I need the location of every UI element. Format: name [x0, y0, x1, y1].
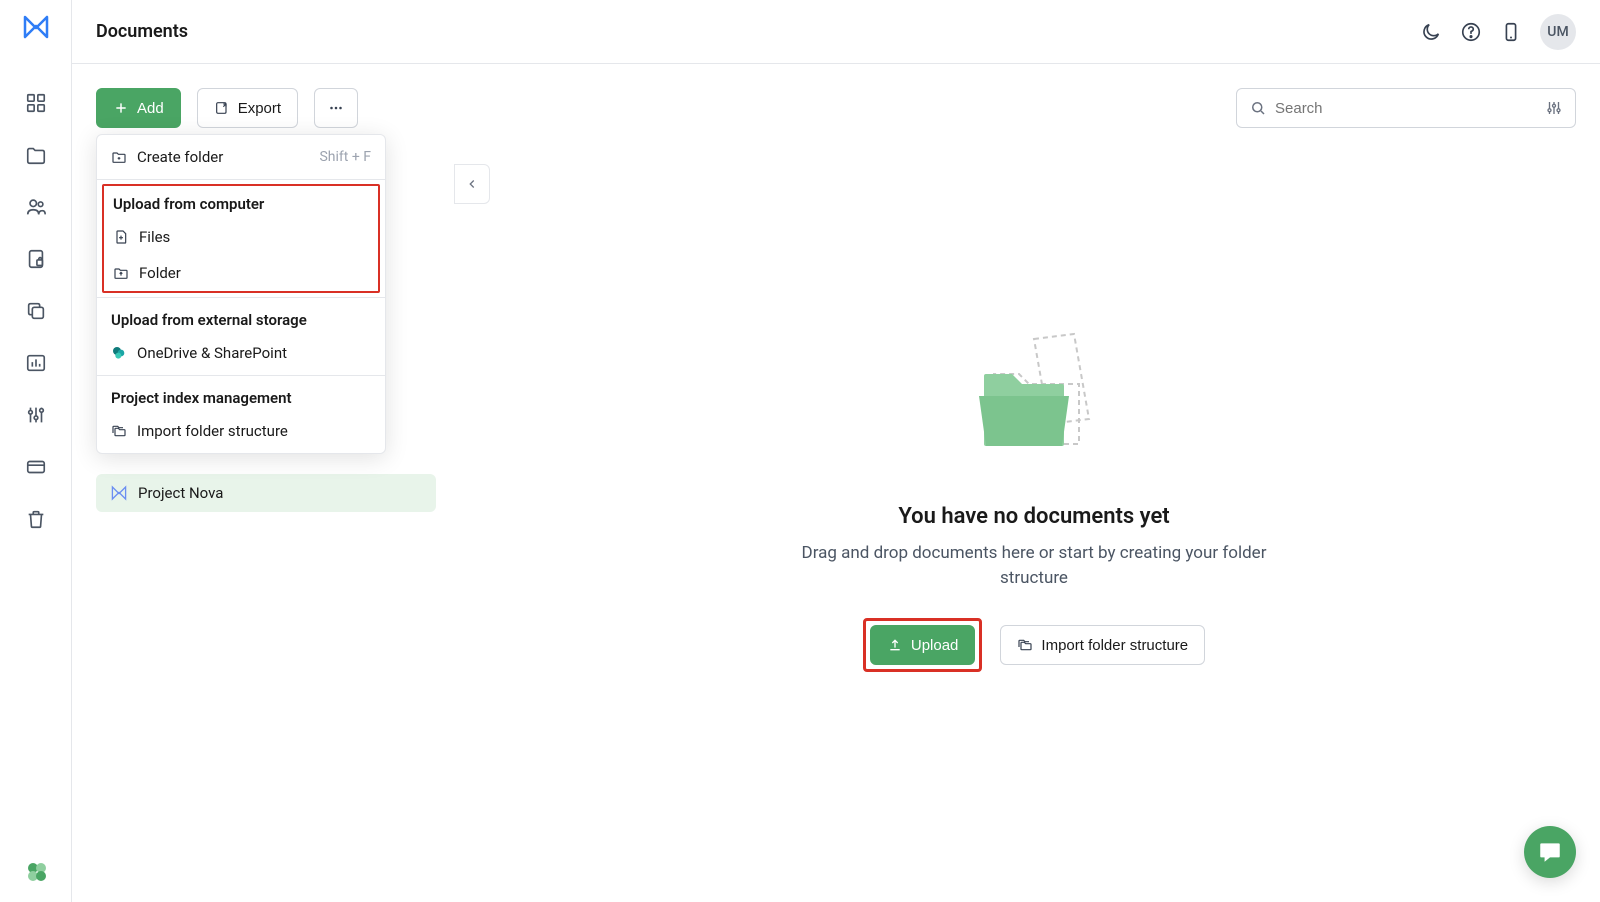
- dropdown-heading-external: Upload from external storage: [97, 302, 385, 335]
- folder-plus-icon: [111, 149, 127, 165]
- side-nav: [0, 0, 72, 902]
- divider: [97, 179, 385, 180]
- upload-button[interactable]: Upload: [870, 625, 976, 665]
- highlighted-section: Upload from computer Files Folder: [102, 184, 380, 293]
- upload-button-label: Upload: [911, 637, 959, 654]
- dropdown-item-label: Files: [139, 228, 170, 246]
- import-button-label: Import folder structure: [1041, 637, 1188, 654]
- help-icon[interactable]: [1460, 21, 1482, 43]
- dropdown-heading-upload-computer: Upload from computer: [104, 186, 378, 219]
- shortcut-label: Shift + F: [319, 149, 371, 165]
- empty-illustration: [954, 324, 1114, 464]
- folders-icon: [1017, 637, 1033, 653]
- dropdown-upload-files[interactable]: Files: [104, 219, 378, 255]
- divider: [97, 297, 385, 298]
- chat-launcher[interactable]: [1524, 826, 1576, 878]
- dropdown-upload-folder[interactable]: Folder: [104, 255, 378, 291]
- people-icon[interactable]: [25, 196, 47, 218]
- more-button[interactable]: [314, 88, 358, 128]
- file-plus-icon: [113, 229, 129, 245]
- card-icon[interactable]: [25, 456, 47, 478]
- collapse-panel-button[interactable]: [454, 164, 490, 204]
- more-icon: [327, 99, 345, 117]
- empty-subtitle: Drag and drop documents here or start by…: [794, 541, 1274, 590]
- empty-state: You have no documents yet Drag and drop …: [492, 204, 1576, 672]
- folder-up-icon: [113, 265, 129, 281]
- dropdown-item-label: Folder: [139, 264, 181, 282]
- trash-icon[interactable]: [25, 508, 47, 530]
- export-icon: [214, 100, 230, 116]
- device-icon[interactable]: [1500, 21, 1522, 43]
- import-structure-button[interactable]: Import folder structure: [1000, 625, 1205, 665]
- dropdown-item-label: Create folder: [137, 148, 223, 166]
- dropdown-onedrive[interactable]: OneDrive & SharePoint: [97, 335, 385, 371]
- folders-icon: [111, 423, 127, 439]
- secure-doc-icon[interactable]: [25, 248, 47, 270]
- search-input[interactable]: [1275, 100, 1545, 117]
- project-icon: [110, 484, 128, 502]
- tree-item-project[interactable]: Project Nova: [96, 474, 436, 512]
- highlight-ring: Upload: [863, 618, 983, 672]
- dropdown-item-label: Import folder structure: [137, 422, 288, 440]
- status-icon[interactable]: [25, 860, 47, 882]
- export-button[interactable]: Export: [197, 88, 298, 128]
- sharepoint-icon: [111, 345, 127, 361]
- export-button-label: Export: [238, 100, 281, 117]
- theme-toggle-icon[interactable]: [1420, 21, 1442, 43]
- add-button[interactable]: Add: [96, 88, 181, 128]
- tree-item-label: Project Nova: [138, 484, 223, 502]
- search-icon: [1249, 99, 1267, 117]
- user-avatar[interactable]: UM: [1540, 14, 1576, 50]
- chart-icon[interactable]: [25, 352, 47, 374]
- topbar: Documents UM: [72, 0, 1600, 64]
- sliders-icon[interactable]: [25, 404, 47, 426]
- dropdown-create-folder[interactable]: Create folder Shift + F: [97, 139, 385, 175]
- dropdown-import-structure[interactable]: Import folder structure: [97, 413, 385, 449]
- dashboard-icon[interactable]: [25, 92, 47, 114]
- search-field[interactable]: [1236, 88, 1576, 128]
- add-dropdown: Create folder Shift + F Upload from comp…: [96, 134, 386, 454]
- dropdown-heading-index: Project index management: [97, 380, 385, 413]
- plus-icon: [113, 100, 129, 116]
- app-logo: [21, 12, 51, 42]
- upload-icon: [887, 637, 903, 653]
- empty-title: You have no documents yet: [898, 504, 1169, 529]
- documents-icon[interactable]: [25, 144, 47, 166]
- filter-icon[interactable]: [1545, 99, 1563, 117]
- copy-icon[interactable]: [25, 300, 47, 322]
- divider: [97, 375, 385, 376]
- dropdown-item-label: OneDrive & SharePoint: [137, 344, 287, 362]
- page-title: Documents: [96, 21, 188, 42]
- add-button-label: Add: [137, 100, 164, 117]
